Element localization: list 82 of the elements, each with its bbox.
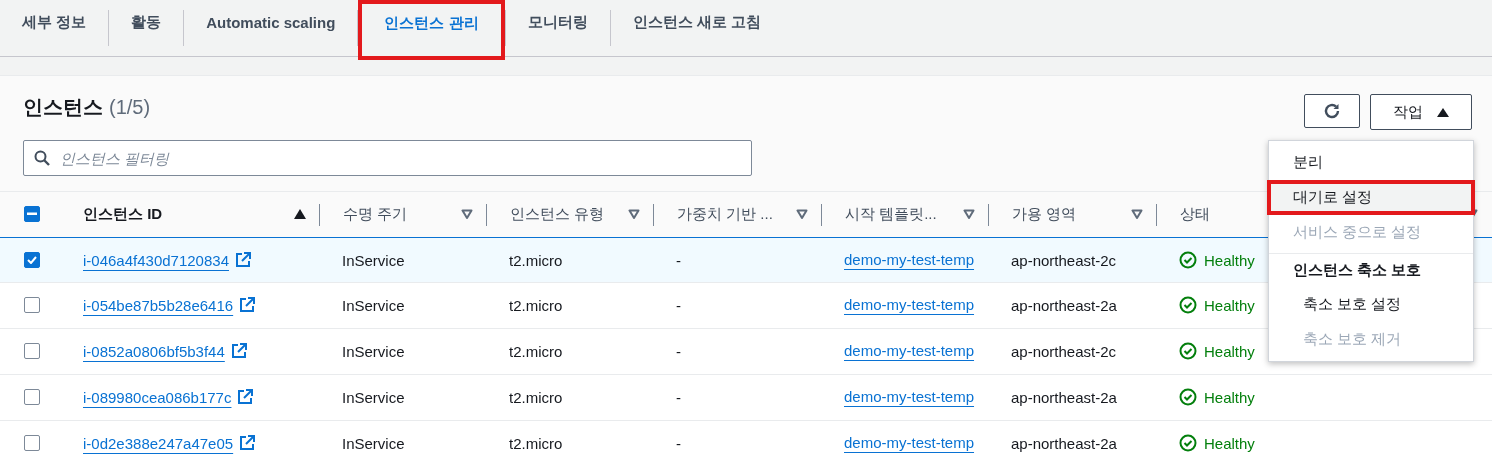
sort-icon[interactable] bbox=[628, 209, 640, 219]
sort-ascending-icon[interactable] bbox=[294, 209, 306, 219]
tab[interactable]: 세부 정보 bbox=[0, 0, 109, 44]
table-cell-text: ap-northeast-2c bbox=[1010, 251, 1118, 269]
instance-id-link[interactable]: i-054be87b5b28e6416 bbox=[83, 296, 234, 314]
column-header[interactable]: 가중치 기반 ... bbox=[677, 204, 773, 224]
instance-id-link[interactable]: i-0852a0806bf5b3f44 bbox=[83, 342, 225, 360]
filter-field[interactable]: 인스턴스 필터링 bbox=[23, 140, 752, 176]
template-link[interactable]: demo-my-test-temp bbox=[844, 251, 975, 268]
check-circle-icon bbox=[1179, 434, 1197, 452]
check-circle-icon bbox=[1179, 342, 1197, 360]
tab[interactable]: 인스턴스 새로 고침 bbox=[610, 0, 783, 44]
tab[interactable]: 모니터링 bbox=[505, 0, 610, 44]
select-all-checkbox[interactable] bbox=[24, 206, 40, 222]
table-cell-text: t2.micro bbox=[508, 434, 564, 452]
column-header[interactable]: 수명 주기 bbox=[343, 204, 408, 224]
menu-item[interactable]: 분리 bbox=[1269, 145, 1473, 180]
menu-item[interactable]: 축소 보호 설정 bbox=[1269, 287, 1473, 322]
table-cell-text: - bbox=[675, 434, 682, 452]
menu-group-label: 인스턴스 축소 보호 bbox=[1269, 253, 1473, 287]
instance-id-link[interactable]: i-089980cea086b177c bbox=[83, 388, 232, 406]
external-link-icon[interactable] bbox=[235, 252, 251, 268]
caret-icon bbox=[1437, 107, 1449, 117]
panel-title: 인스턴스 (1/5) bbox=[23, 95, 151, 120]
menu-item[interactable]: 대기로 설정 bbox=[1267, 180, 1475, 215]
table-cell-text: ap-northeast-2c bbox=[1010, 342, 1118, 360]
tab[interactable]: Automatic scaling bbox=[184, 0, 358, 44]
row-checkbox[interactable] bbox=[24, 435, 40, 451]
status-text: Healthy bbox=[1204, 388, 1255, 406]
table-cell-text: t2.micro bbox=[508, 251, 564, 269]
table-cell-text: t2.micro bbox=[508, 296, 564, 314]
row-checkbox[interactable] bbox=[24, 343, 40, 359]
column-header[interactable]: 가용 영역 bbox=[1012, 204, 1077, 224]
table-cell-text: - bbox=[675, 296, 682, 314]
check-circle-icon bbox=[1179, 251, 1197, 269]
sort-icon[interactable] bbox=[796, 209, 808, 219]
table-cell-text: InService bbox=[341, 388, 406, 406]
template-link[interactable]: demo-my-test-temp bbox=[844, 296, 975, 313]
sort-icon[interactable] bbox=[1131, 209, 1143, 219]
minus-icon bbox=[27, 212, 37, 216]
row-checkbox[interactable] bbox=[24, 389, 40, 405]
external-link-icon[interactable] bbox=[239, 435, 256, 451]
status-text: Healthy bbox=[1204, 434, 1255, 452]
row-checkbox[interactable] bbox=[24, 297, 40, 313]
column-header[interactable]: 인스턴스 유형 bbox=[510, 204, 605, 224]
status-text: Healthy bbox=[1204, 296, 1255, 314]
tab[interactable]: 활동 bbox=[109, 0, 184, 44]
check-circle-icon bbox=[1179, 296, 1197, 314]
refresh-button[interactable] bbox=[1304, 94, 1360, 128]
table-cell-text: ap-northeast-2a bbox=[1010, 388, 1118, 406]
instance-count: (1/5) bbox=[109, 96, 151, 118]
table-cell-text: - bbox=[675, 251, 682, 269]
table-cell-text: ap-northeast-2a bbox=[1010, 296, 1118, 314]
instance-id-link[interactable]: i-0d2e388e247a47e05 bbox=[83, 434, 234, 452]
table-cell-text: InService bbox=[341, 251, 406, 269]
status-text: Healthy bbox=[1204, 342, 1255, 360]
column-header[interactable]: 시작 템플릿... bbox=[845, 204, 937, 224]
external-link-icon[interactable] bbox=[239, 297, 256, 313]
template-link[interactable]: demo-my-test-temp bbox=[844, 342, 975, 359]
check-circle-icon bbox=[1179, 388, 1197, 406]
table-cell-text: InService bbox=[341, 342, 406, 360]
actions-button[interactable]: 작업 bbox=[1370, 94, 1472, 130]
template-link[interactable]: demo-my-test-temp bbox=[844, 434, 975, 451]
sort-icon[interactable] bbox=[461, 209, 473, 219]
table-cell-text: t2.micro bbox=[508, 388, 564, 406]
refresh-icon bbox=[1323, 102, 1341, 120]
instance-id-link[interactable]: i-046a4f430d7120834 bbox=[83, 251, 229, 269]
row-checkbox[interactable] bbox=[24, 252, 40, 268]
status-text: Healthy bbox=[1204, 251, 1255, 269]
column-header[interactable]: 인스턴스 ID bbox=[83, 204, 163, 224]
table-cell-text: t2.micro bbox=[508, 342, 564, 360]
table-cell-text: - bbox=[675, 388, 682, 406]
table-cell-text: ap-northeast-2a bbox=[1010, 434, 1118, 452]
template-link[interactable]: demo-my-test-temp bbox=[844, 388, 975, 405]
column-header[interactable]: 상태 bbox=[1180, 204, 1210, 224]
external-link-icon[interactable] bbox=[237, 389, 254, 405]
table-cell-text: InService bbox=[341, 434, 406, 452]
checkmark-icon bbox=[27, 256, 37, 264]
external-link-icon[interactable] bbox=[230, 343, 247, 359]
sort-icon[interactable] bbox=[963, 209, 975, 219]
table-cell-text: InService bbox=[341, 296, 406, 314]
table-cell-text: - bbox=[675, 342, 682, 360]
